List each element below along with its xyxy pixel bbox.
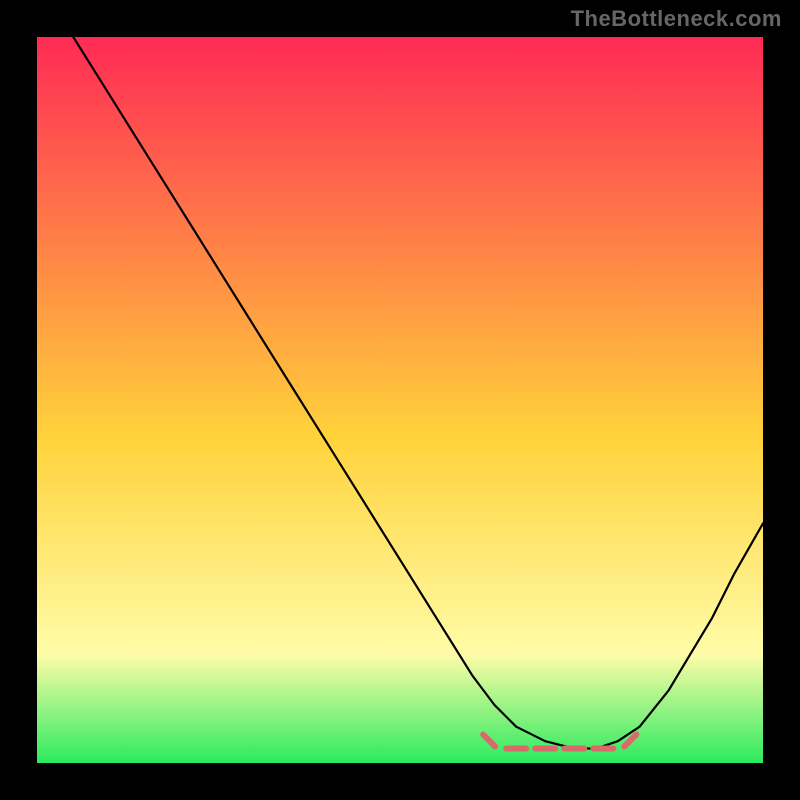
watermark-text: TheBottleneck.com bbox=[571, 6, 782, 32]
chart-frame: TheBottleneck.com bbox=[0, 0, 800, 800]
gradient-background bbox=[37, 37, 763, 763]
bottleneck-chart bbox=[37, 37, 763, 763]
